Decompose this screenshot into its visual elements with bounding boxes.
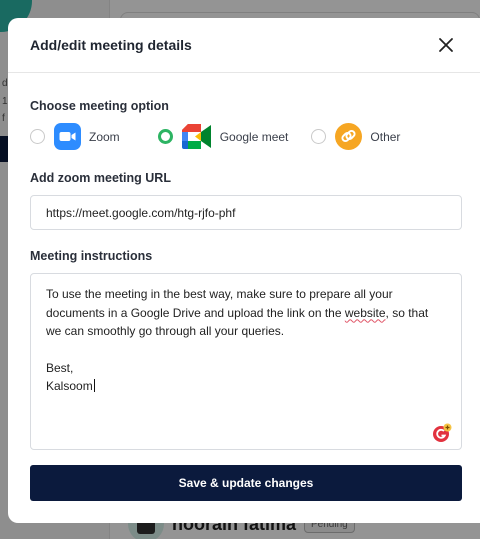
google-meet-icon — [181, 123, 212, 150]
other-radio[interactable] — [311, 129, 327, 144]
meeting-option-label: Choose meeting option — [30, 99, 169, 113]
instructions-sign-off: Best, — [46, 360, 74, 375]
meeting-option-other[interactable]: Other — [311, 123, 400, 150]
meeting-url-input[interactable] — [30, 195, 462, 230]
other-option-label: Other — [370, 129, 401, 144]
meeting-option-google-meet[interactable]: Google meet — [157, 123, 289, 150]
google-meet-option-label: Google meet — [219, 129, 289, 144]
save-update-button[interactable]: Save & update changes — [30, 465, 462, 501]
meeting-instructions-label: Meeting instructions — [30, 249, 153, 263]
instructions-paragraph: To use the meeting in the best way, make… — [46, 287, 429, 338]
modal-header: Add/edit meeting details — [8, 18, 480, 73]
zoom-radio[interactable] — [30, 129, 45, 144]
meeting-option-zoom[interactable]: Zoom — [30, 123, 120, 150]
grammar-assistant-icon[interactable] — [432, 423, 452, 443]
instructions-signature: Kalsoom — [46, 379, 95, 393]
text-caret — [93, 379, 95, 392]
misspelled-word: website — [344, 305, 386, 320]
google-meet-radio[interactable] — [157, 129, 173, 144]
close-button[interactable] — [434, 33, 458, 57]
meeting-url-label: Add zoom meeting URL — [30, 171, 171, 185]
meeting-details-modal: Add/edit meeting details Choose meeting … — [8, 18, 480, 523]
meeting-instructions-textarea[interactable]: To use the meeting in the best way, make… — [30, 273, 462, 450]
other-link-icon — [335, 123, 363, 150]
zoom-icon — [54, 123, 81, 150]
modal-title: Add/edit meeting details — [30, 37, 192, 53]
meeting-option-group: Zoom Google meet Other — [30, 123, 400, 150]
zoom-option-label: Zoom — [89, 129, 120, 144]
close-icon — [439, 38, 453, 52]
